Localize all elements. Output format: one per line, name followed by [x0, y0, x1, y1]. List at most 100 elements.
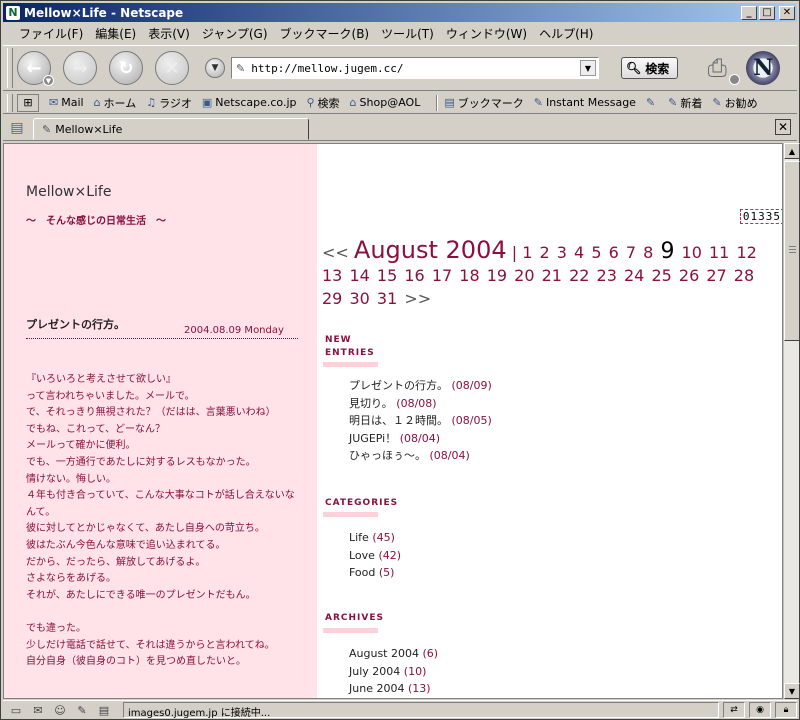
list-item[interactable]: 明日は、１２時間。 (08/05) — [349, 412, 492, 430]
security-lock-icon[interactable]: 🔒︎ — [775, 702, 797, 718]
print-dropdown-icon[interactable] — [729, 74, 741, 85]
menu-file[interactable]: ファイル(F) — [13, 25, 89, 42]
calendar-day[interactable]: 19 — [487, 266, 507, 285]
calendar-day[interactable]: 11 — [709, 243, 729, 262]
post-title[interactable]: プレゼントの行方。 — [26, 316, 125, 332]
calendar-next-link[interactable]: >> — [404, 289, 431, 308]
entry-title[interactable]: 明日は、１２時間。 — [349, 414, 448, 427]
netscape-logo-icon[interactable]: N — [746, 51, 781, 85]
bookmark-netscape[interactable]: ▣ Netscape.co.jp — [202, 96, 297, 109]
component-bar-icon[interactable]: ▭ — [7, 702, 25, 718]
bookmark-mail[interactable]: ✉ Mail — [49, 96, 84, 109]
close-button[interactable]: ✕ — [779, 5, 795, 20]
calendar-day[interactable]: 24 — [624, 266, 644, 285]
list-item[interactable]: Life (45) — [349, 529, 401, 547]
new-tab-icon[interactable]: ▤ — [7, 118, 27, 138]
calendar-day[interactable]: 17 — [432, 266, 452, 285]
archive-title[interactable]: August 2004 — [349, 647, 419, 660]
category-title[interactable]: Life — [349, 531, 369, 544]
minimize-button[interactable]: _ — [741, 5, 757, 20]
calendar-day[interactable]: 4 — [574, 243, 584, 262]
entry-title[interactable]: JUGEPi！ — [349, 432, 396, 445]
calendar-day[interactable]: 8 — [643, 243, 653, 262]
mail-status-icon[interactable]: ✉ — [29, 702, 47, 718]
bookmark-recommended[interactable]: ✎ お勧め — [712, 95, 757, 111]
calendar-day[interactable]: 29 — [322, 289, 342, 308]
bookmark-instant-message[interactable]: ✎ Instant Message — [534, 96, 636, 109]
menu-bookmarks[interactable]: ブックマーク(B) — [274, 25, 376, 42]
stop-button[interactable]: ✕ — [155, 51, 189, 85]
calendar-today[interactable]: 9 — [660, 239, 674, 264]
entry-title[interactable]: プレゼントの行方。 — [349, 379, 448, 392]
calendar-day[interactable]: 15 — [377, 266, 397, 285]
calendar-day[interactable]: 30 — [349, 289, 369, 308]
tab-mellow-life[interactable]: ✎ Mellow×Life — [33, 118, 309, 140]
calendar-day[interactable]: 22 — [569, 266, 589, 285]
list-item[interactable]: JUGEPi！ (08/04) — [349, 430, 492, 448]
calendar-day[interactable]: 25 — [651, 266, 671, 285]
im-status-icon[interactable]: ☺ — [51, 702, 69, 718]
archive-title[interactable]: June 2004 — [349, 682, 404, 695]
bookmark-new[interactable]: ✎ 新着 — [668, 95, 702, 111]
scroll-down-button[interactable]: ▼ — [784, 683, 800, 699]
calendar-day[interactable]: 27 — [706, 266, 726, 285]
entry-title[interactable]: 見切り。 — [349, 397, 393, 410]
calendar-day[interactable]: 10 — [682, 243, 702, 262]
calendar-day[interactable]: 28 — [734, 266, 754, 285]
toolbar-grip[interactable] — [7, 48, 13, 88]
online-status-icon[interactable]: ⇄ — [723, 702, 745, 718]
calendar-day[interactable]: 20 — [514, 266, 534, 285]
list-item[interactable]: 見切り。 (08/08) — [349, 395, 492, 413]
calendar-day[interactable]: 13 — [322, 266, 342, 285]
menu-tools[interactable]: ツール(T) — [375, 25, 440, 42]
menu-help[interactable]: ヘルプ(H) — [533, 25, 599, 42]
bookmark-link[interactable]: ✎ — [646, 96, 658, 109]
category-title[interactable]: Food — [349, 566, 375, 579]
calendar-day[interactable]: 18 — [459, 266, 479, 285]
archive-title[interactable]: July 2004 — [349, 665, 400, 678]
calendar-day[interactable]: 5 — [591, 243, 601, 262]
calendar-day[interactable]: 26 — [679, 266, 699, 285]
menu-view[interactable]: 表示(V) — [142, 25, 196, 42]
calendar-prev-link[interactable]: << — [322, 243, 349, 262]
menu-edit[interactable]: 編集(E) — [89, 25, 142, 42]
calendar-day[interactable]: 31 — [377, 289, 397, 308]
list-item[interactable]: プレゼントの行方。 (08/09) — [349, 377, 492, 395]
history-dropdown-button[interactable]: ▼ — [205, 58, 225, 78]
url-field[interactable]: ✎ http://mellow.jugem.cc/ ▼ — [231, 57, 599, 79]
calendar-day[interactable]: 12 — [736, 243, 756, 262]
personal-toolbar-grip[interactable] — [7, 93, 13, 112]
forward-button[interactable]: → — [63, 51, 97, 85]
search-button[interactable]: 🔍︎ 検索 — [621, 57, 679, 79]
list-item[interactable]: July 2004 (10) — [349, 663, 438, 681]
entry-title[interactable]: ひゃっほぅ〜。 — [349, 449, 426, 462]
list-item[interactable]: Food (5) — [349, 564, 401, 582]
list-item[interactable]: ひゃっほぅ〜。 (08/04) — [349, 447, 492, 465]
bookmark-radio[interactable]: ♫ ラジオ — [146, 95, 192, 111]
calendar-day[interactable]: 7 — [626, 243, 636, 262]
list-item[interactable]: June 2004 (13) — [349, 680, 438, 698]
calendar-day[interactable]: 14 — [349, 266, 369, 285]
blog-title[interactable]: Mellow×Life — [26, 184, 111, 200]
reload-button[interactable]: ↻ — [109, 51, 143, 85]
calendar-day[interactable]: 1 — [522, 243, 532, 262]
address-book-icon[interactable]: ▤ — [95, 702, 113, 718]
close-tab-button[interactable]: ✕ — [775, 119, 791, 135]
list-item[interactable]: August 2004 (6) — [349, 645, 438, 663]
scroll-thumb[interactable] — [784, 161, 800, 341]
back-dropdown-icon[interactable]: ▼ — [43, 75, 54, 86]
calendar-day[interactable]: 6 — [609, 243, 619, 262]
bookmark-home[interactable]: ⌂ ホーム — [94, 95, 137, 111]
tab-list-icon[interactable]: ⊞ — [17, 93, 39, 112]
category-title[interactable]: Love — [349, 549, 375, 562]
menu-go[interactable]: ジャンプ(G) — [196, 25, 274, 42]
back-button[interactable]: ← ▼ — [17, 51, 54, 86]
vertical-scrollbar[interactable]: ▲ ▼ — [783, 143, 800, 699]
url-dropdown-icon[interactable]: ▼ — [580, 60, 596, 76]
calendar-day[interactable]: 2 — [539, 243, 549, 262]
menu-window[interactable]: ウィンドウ(W) — [440, 25, 533, 42]
scroll-up-button[interactable]: ▲ — [784, 143, 800, 159]
calendar-day[interactable]: 23 — [597, 266, 617, 285]
maximize-button[interactable]: □ — [759, 5, 775, 20]
composer-icon[interactable]: ✎ — [73, 702, 91, 718]
